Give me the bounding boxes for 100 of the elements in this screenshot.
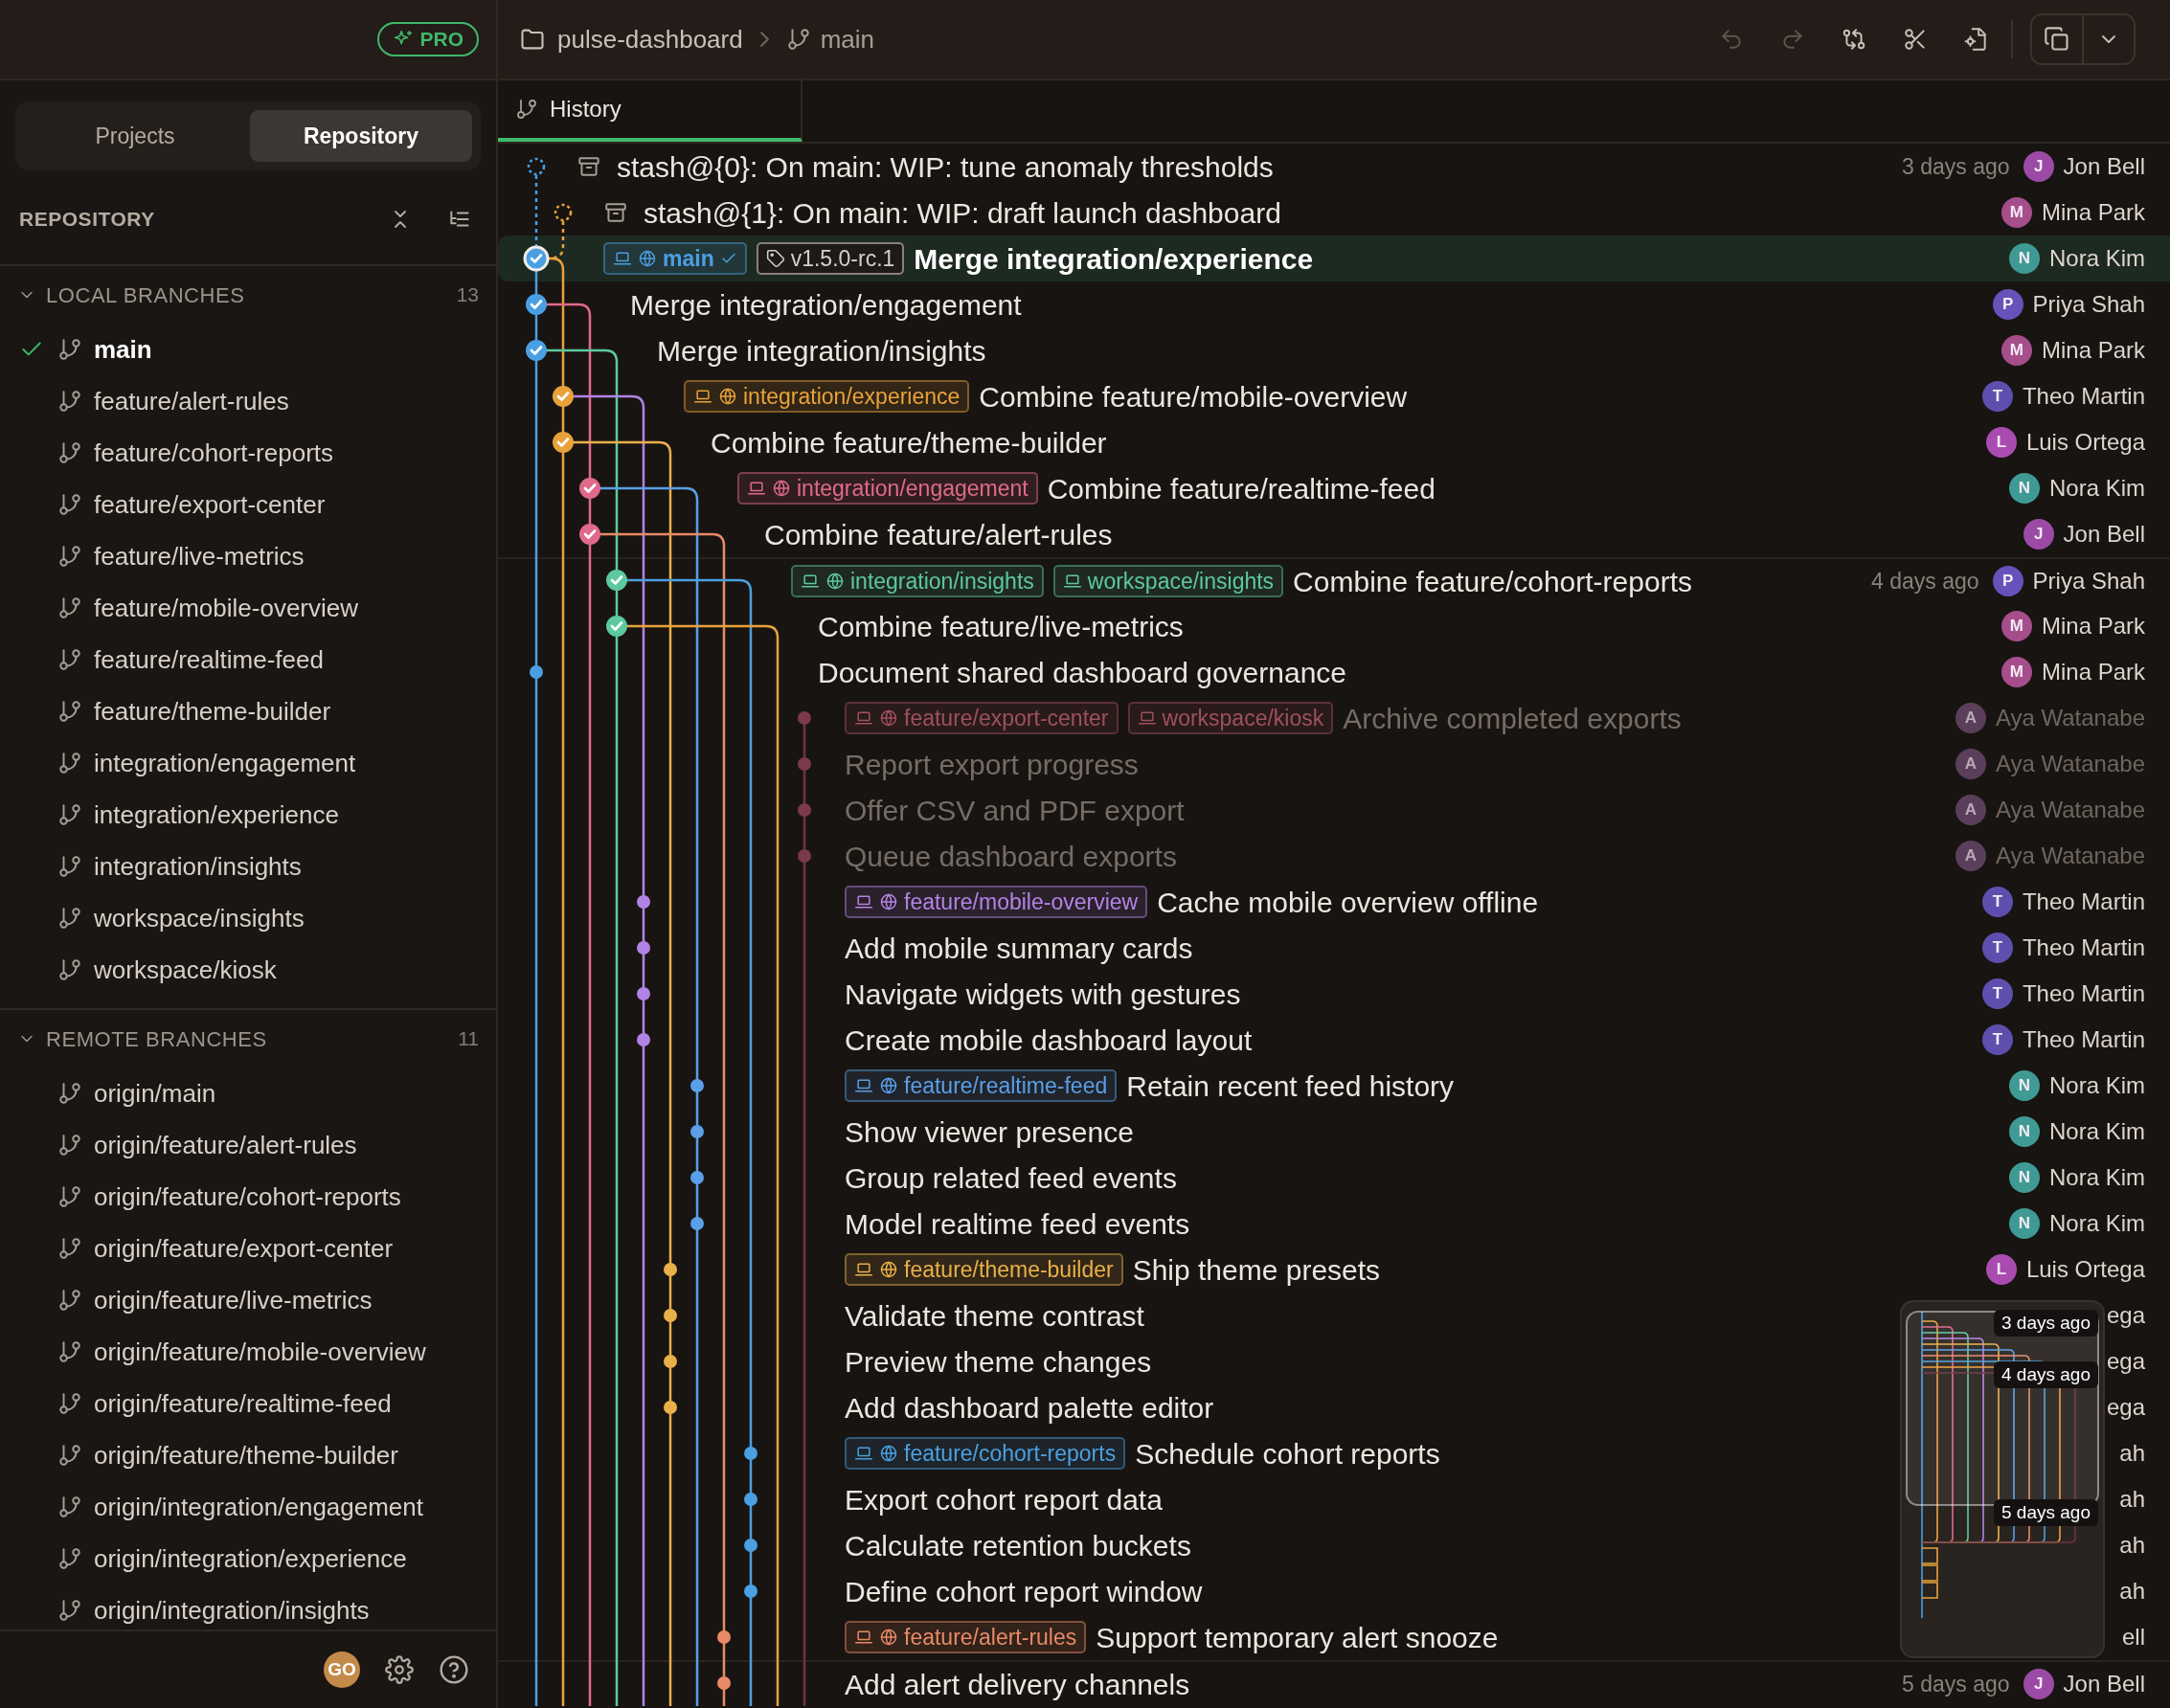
commit-message[interactable]: Retain recent feed history: [1126, 1064, 1455, 1108]
commit-message[interactable]: Document shared dashboard governance: [818, 650, 1347, 694]
branch-item[interactable]: workspace/insights: [0, 892, 496, 944]
commit-message[interactable]: Merge integration/engagement: [630, 282, 1022, 326]
pro-badge[interactable]: PRO: [377, 22, 479, 56]
branch-item[interactable]: integration/insights: [0, 841, 496, 892]
commit-message[interactable]: Add dashboard palette editor: [845, 1385, 1214, 1429]
branch-item[interactable]: origin/feature/alert-rules: [0, 1119, 496, 1171]
branch-icon: [57, 854, 82, 879]
branch-item[interactable]: feature/export-center: [0, 479, 496, 530]
help-button[interactable]: [439, 1654, 469, 1685]
commit-message[interactable]: Ship theme presets: [1132, 1247, 1381, 1292]
branch-label[interactable]: feature/mobile-overview: [845, 886, 1148, 918]
branch-item[interactable]: origin/feature/realtime-feed: [0, 1378, 496, 1429]
branch-item[interactable]: feature/cohort-reports: [0, 427, 496, 479]
commit-message[interactable]: Export cohort report data: [845, 1477, 1163, 1521]
section-header[interactable]: REMOTE BRANCHES 11: [0, 1010, 496, 1068]
branch-icon: [57, 1184, 82, 1209]
commit-message[interactable]: Calculate retention buckets: [845, 1523, 1191, 1567]
globe-icon: [825, 572, 845, 591]
history-tab[interactable]: History: [498, 80, 802, 142]
section-header[interactable]: LOCAL BRANCHES 13: [0, 266, 496, 324]
commit-message[interactable]: Combine feature/theme-builder: [711, 420, 1107, 464]
branch-label[interactable]: main: [603, 242, 747, 275]
branch-item[interactable]: origin/feature/cohort-reports: [0, 1171, 496, 1223]
author-name: Jon Bell: [2063, 152, 2145, 181]
branch-label[interactable]: workspace/insights: [1052, 565, 1284, 597]
commit-message[interactable]: stash@{0}: On main: WIP: tune anomaly thresholds: [617, 145, 1274, 189]
commit-message[interactable]: Report export progress: [845, 742, 1139, 786]
commit-message[interactable]: stash@{1}: On main: WIP: draft launch dashboard: [644, 191, 1281, 235]
branch-item[interactable]: origin/feature/theme-builder: [0, 1429, 496, 1481]
commit-message[interactable]: Combine feature/live-metrics: [818, 604, 1184, 648]
branch-item[interactable]: origin/main: [0, 1068, 496, 1119]
branch-label[interactable]: feature/realtime-feed: [845, 1069, 1118, 1102]
settings-button[interactable]: [385, 1655, 414, 1684]
tag-label[interactable]: v1.5.0-rc.1: [756, 242, 905, 275]
commit-message[interactable]: Navigate widgets with gestures: [845, 972, 1241, 1016]
branch-item[interactable]: workspace/kiosk: [0, 944, 496, 996]
commit-message[interactable]: Create mobile dashboard layout: [845, 1018, 1253, 1062]
commit-message[interactable]: Schedule cohort reports: [1135, 1431, 1440, 1475]
branch-item[interactable]: feature/mobile-overview: [0, 582, 496, 634]
branch-item[interactable]: origin/feature/mobile-overview: [0, 1326, 496, 1378]
commit-message[interactable]: Validate theme contrast: [845, 1293, 1144, 1337]
branch-item[interactable]: origin/integration/experience: [0, 1533, 496, 1584]
commit-message[interactable]: Combine feature/alert-rules: [764, 512, 1113, 556]
commit-message[interactable]: Queue dashboard exports: [845, 834, 1177, 878]
branch-label[interactable]: feature/theme-builder: [845, 1253, 1123, 1286]
branch-label[interactable]: feature/alert-rules: [845, 1621, 1087, 1653]
commit-date: 4 days ago: [1871, 567, 1979, 596]
commit-message[interactable]: Preview theme changes: [845, 1339, 1152, 1383]
globe-icon: [879, 1444, 898, 1463]
commit-message[interactable]: Add alert delivery channels: [845, 1662, 1190, 1706]
section-title: REPOSITORY: [19, 207, 156, 233]
branch-item[interactable]: feature/alert-rules: [0, 375, 496, 427]
author-avatar: L: [1985, 427, 2017, 458]
commit-message[interactable]: Show viewer presence: [845, 1110, 1134, 1154]
branch-item[interactable]: feature/live-metrics: [0, 530, 496, 582]
commit-message[interactable]: Group related feed events: [845, 1156, 1177, 1200]
branch-label[interactable]: integration/insights: [791, 565, 1044, 597]
commit-message[interactable]: Merge integration/experience: [914, 236, 1314, 281]
branch-breadcrumb[interactable]: main: [785, 20, 875, 58]
commit-message[interactable]: Merge integration/insights: [657, 328, 986, 372]
commit-message[interactable]: Support temporary alert snooze: [1096, 1615, 1499, 1659]
branch-item[interactable]: origin/feature/live-metrics: [0, 1274, 496, 1326]
branch-label[interactable]: integration/engagement: [737, 472, 1038, 505]
author-name: Aya Watanabe: [1995, 796, 2145, 824]
author-name: Theo Martin: [2022, 382, 2145, 411]
branch-label[interactable]: feature/cohort-reports: [845, 1437, 1126, 1470]
branch-label[interactable]: integration/experience: [684, 380, 970, 413]
branch-item[interactable]: integration/engagement: [0, 737, 496, 789]
branch-item[interactable]: integration/experience: [0, 789, 496, 841]
branch-item[interactable]: origin/feature/export-center: [0, 1223, 496, 1274]
author-avatar: N: [2008, 1208, 2040, 1239]
author-avatar: P: [1992, 289, 2023, 320]
commit-message[interactable]: Offer CSV and PDF export: [845, 788, 1185, 832]
branch-item[interactable]: main: [0, 324, 496, 375]
branch-item[interactable]: origin/integration/engagement: [0, 1481, 496, 1533]
commit-message[interactable]: Archive completed exports: [1343, 696, 1682, 740]
branch-icon: [57, 1391, 82, 1416]
commit-message[interactable]: Model realtime feed events: [845, 1202, 1190, 1246]
commit-message[interactable]: Combine feature/mobile-overview: [979, 374, 1408, 418]
minimap-panel[interactable]: 3 days ago 4 days ago 5 days ago: [1900, 1300, 2105, 1658]
repository-breadcrumb[interactable]: pulse-dashboard: [519, 20, 743, 58]
commit-message[interactable]: Combine feature/realtime-feed: [1047, 466, 1435, 510]
author-avatar: A: [1955, 795, 1986, 825]
branch-icon: [57, 699, 82, 724]
commit-message[interactable]: Add mobile summary cards: [845, 926, 1193, 970]
branch-item[interactable]: feature/realtime-feed: [0, 634, 496, 685]
commit-message[interactable]: Cache mobile overview offline: [1157, 880, 1539, 924]
selected-row-highlight[interactable]: main v1.5.0-rc.1 Merge integration/experience N Nora Kim: [498, 236, 2170, 281]
branch-item[interactable]: origin/integration/insights: [0, 1584, 496, 1629]
author-name: Nora Kim: [2048, 244, 2145, 273]
author-name: Priya Shah: [2032, 567, 2145, 596]
author-name: Mina Park: [2041, 658, 2145, 686]
branch-item[interactable]: feature/theme-builder: [0, 685, 496, 737]
commit-message[interactable]: Combine feature/cohort-reports: [1293, 559, 1692, 603]
sidebar-tab[interactable]: Repository: [250, 110, 472, 162]
globe-icon: [879, 892, 898, 911]
commit-message[interactable]: Define cohort report window: [845, 1569, 1203, 1613]
sidebar-tab[interactable]: Projects: [24, 110, 246, 162]
